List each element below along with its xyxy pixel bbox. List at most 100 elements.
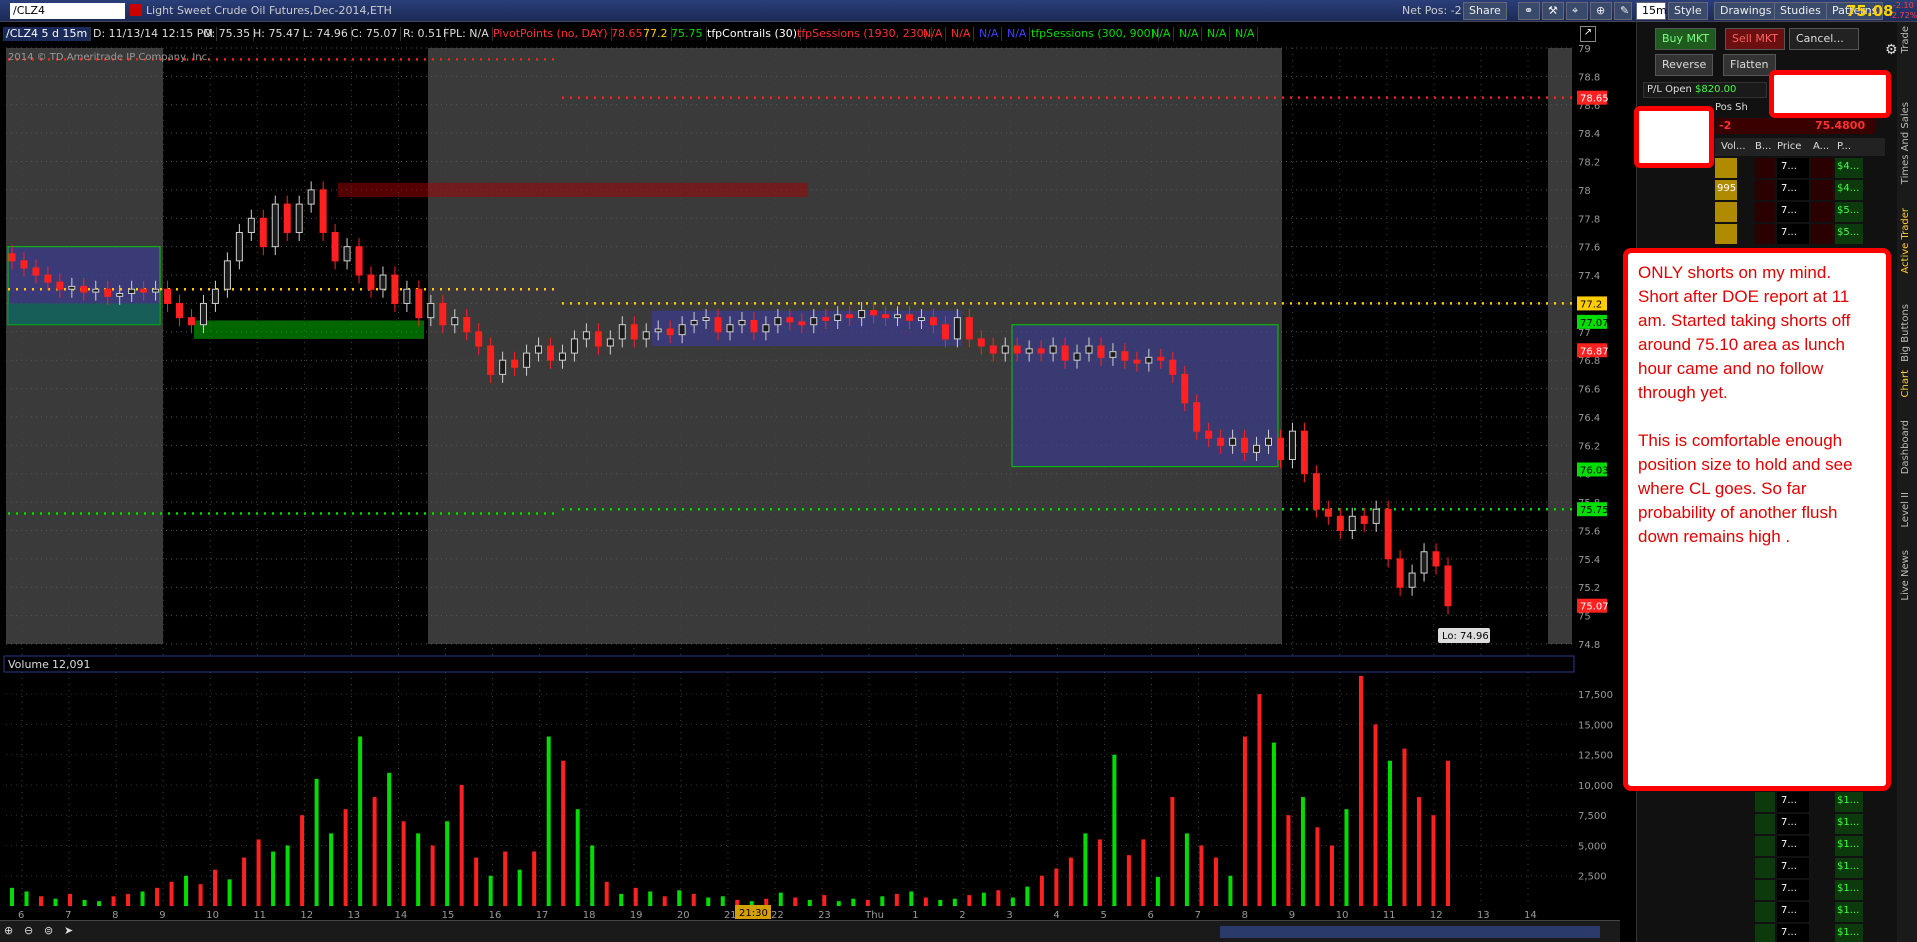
volume-bar-29 [430, 845, 435, 906]
note-paragraph-1: ONLY shorts on my mind. Short after DOE … [1638, 263, 1851, 402]
ladder-pl: $4... [1835, 158, 1863, 178]
candle-body-2 [32, 267, 40, 276]
candle-body-120 [1444, 565, 1452, 607]
time-tick-2: 8 [112, 910, 118, 920]
interval-button[interactable]: 15m [1636, 2, 1667, 20]
chart-name[interactable]: /CLZ4 5 d 15m [3, 27, 92, 41]
style-button[interactable]: Style [1668, 2, 1708, 20]
tab-dashboard[interactable]: Dashboard [1900, 420, 1911, 474]
sell-market-button[interactable]: Sell MKT [1725, 28, 1785, 50]
gear-icon[interactable]: ⚙ [1885, 42, 1898, 58]
arrow-right-icon[interactable]: ➤ [64, 924, 73, 937]
brush-icon[interactable]: ✎ [1614, 2, 1632, 20]
pl-open: P/L Open $820.00 [1643, 82, 1767, 98]
ladder-row[interactable]: 7... $5... [1715, 202, 1885, 222]
ladder-ask[interactable] [1811, 224, 1833, 244]
ladder-ask[interactable] [1811, 158, 1833, 178]
link-icon[interactable]: ⚭ [1518, 2, 1540, 20]
ladder-bid[interactable] [1755, 180, 1775, 200]
ladder-bid[interactable] [1755, 924, 1775, 942]
ladder-bid[interactable] [1755, 880, 1775, 900]
na-value-3: N/A [976, 27, 1003, 41]
time-tick-11: 17 [536, 910, 549, 920]
tab-active-trader[interactable]: Active Trader [1900, 208, 1911, 274]
col-pl: P... [1837, 141, 1852, 152]
reverse-button[interactable]: Reverse [1655, 54, 1714, 76]
ladder-row[interactable]: 7... $1... [1715, 902, 1885, 922]
ladder-price: 7... [1777, 880, 1809, 900]
volume-bar-25 [372, 797, 377, 906]
ladder-row[interactable]: 7... $1... [1715, 836, 1885, 856]
redacted-box-top [1769, 70, 1891, 118]
volume-bar-92 [1344, 809, 1349, 906]
ladder-price: 7... [1777, 924, 1809, 942]
candle-body-77 [929, 317, 937, 326]
tab-big-buttons[interactable]: Big Buttons [1900, 304, 1911, 362]
tab-trade[interactable]: Trade [1900, 26, 1911, 53]
expand-icon[interactable]: ↗ [1580, 26, 1596, 42]
tab-level-ii[interactable]: Level II [1900, 492, 1911, 527]
candle-body-76 [917, 317, 925, 321]
share-button[interactable]: Share [1463, 2, 1507, 20]
zoom-icon[interactable]: ⌖ [1566, 2, 1588, 20]
session-zone-3 [338, 182, 808, 197]
sessions-study-1[interactable]: tfpSessions (1930, 230) [794, 27, 932, 41]
tab-chart[interactable]: Chart [1900, 370, 1911, 397]
tab-times-and-sales[interactable]: Times And Sales [1900, 102, 1911, 184]
scroll-thumb[interactable] [1220, 926, 1600, 938]
ladder-bid[interactable] [1755, 836, 1775, 856]
chart-scrollbar[interactable]: ⊕ ⊖ ⊜ ➤ [0, 920, 1620, 942]
candle-body-46 [558, 352, 566, 361]
ladder-bid[interactable] [1755, 158, 1775, 178]
zoom-out-icon[interactable]: ⊖ [24, 924, 33, 937]
symbol-input[interactable]: /CLZ4 [10, 3, 125, 19]
volume-bar-68 [996, 890, 1001, 906]
session-zone-1 [8, 303, 160, 325]
flatten-button[interactable]: Flatten [1723, 54, 1776, 76]
cancel-button[interactable]: Cancel... [1789, 28, 1859, 50]
studies-button[interactable]: Studies [1774, 2, 1827, 20]
ladder-ask[interactable] [1811, 202, 1833, 222]
drawings-button[interactable]: Drawings [1714, 2, 1778, 20]
ladder-row[interactable]: 7... $1... [1715, 858, 1885, 878]
pan-icon[interactable]: ⊕ [1590, 2, 1612, 20]
volume-bar-64 [938, 899, 943, 906]
time-tick-18: Thu [864, 910, 884, 920]
candle-body-45 [547, 345, 554, 361]
candle-body-34 [415, 288, 423, 319]
ladder-bid[interactable] [1755, 224, 1775, 244]
price-tick-12: 76.6 [1578, 385, 1600, 396]
sessions-study-2[interactable]: tfpSessions (300, 900) [1028, 27, 1159, 41]
contrails-study[interactable]: tfpContrails (30) [704, 27, 802, 41]
volume-bar-55 [807, 899, 812, 906]
wrench-icon[interactable]: ⚒ [1542, 2, 1564, 20]
ladder-row[interactable]: 7... $5... [1715, 224, 1885, 244]
ladder-price: 7... [1777, 814, 1809, 834]
candle-body-69 [834, 314, 842, 321]
ladder-price: 7... [1777, 902, 1809, 922]
ladder-bid[interactable] [1755, 792, 1775, 812]
time-tick-28: 10 [1336, 910, 1349, 920]
pivot-study[interactable]: PivotPoints (no, DAY) [490, 27, 612, 41]
ladder-row[interactable]: 7... $1... [1715, 792, 1885, 812]
ladder-row[interactable]: 7... $1... [1715, 924, 1885, 942]
reset-icon[interactable]: ⊜ [44, 924, 53, 937]
candle-body-3 [44, 274, 52, 283]
symbol-link-icon[interactable] [130, 4, 142, 16]
ladder-bid[interactable] [1755, 814, 1775, 834]
tab-live-news[interactable]: Live News [1900, 550, 1911, 601]
volume-bar-54 [793, 897, 798, 906]
ladder-row[interactable]: 7... $1... [1715, 814, 1885, 834]
pl-label: P/L Open [1647, 84, 1692, 95]
ladder-bid[interactable] [1755, 202, 1775, 222]
buy-market-button[interactable]: Buy MKT [1655, 28, 1717, 50]
ladder-row[interactable]: 7... $4... [1715, 158, 1885, 178]
ladder-bid[interactable] [1755, 902, 1775, 922]
ladder-ask[interactable] [1811, 180, 1833, 200]
chart-area[interactable]: 7978.878.678.478.27877.877.677.477.27776… [0, 44, 1625, 920]
candle-body-65 [786, 317, 794, 323]
ladder-bid[interactable] [1755, 858, 1775, 878]
zoom-in-icon[interactable]: ⊕ [4, 924, 13, 937]
ladder-row[interactable]: 7... $1... [1715, 880, 1885, 900]
ladder-row[interactable]: 995 7... $4... [1715, 180, 1885, 200]
